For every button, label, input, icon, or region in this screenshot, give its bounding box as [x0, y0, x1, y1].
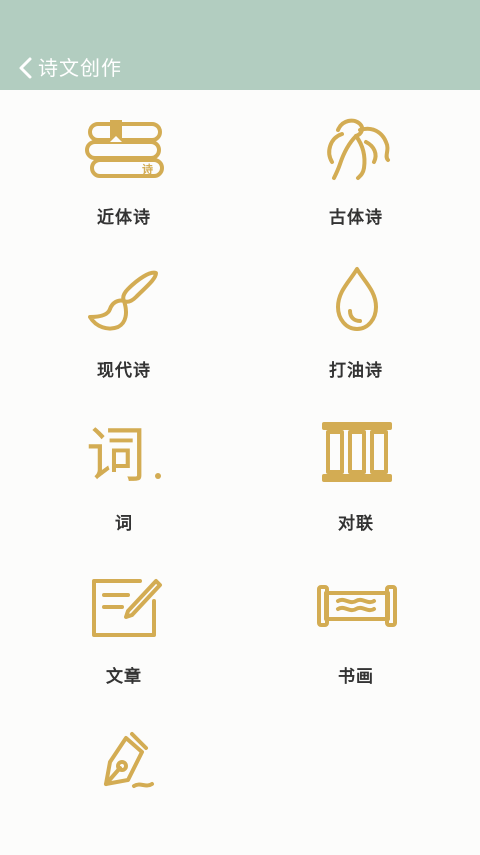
category-label: 古体诗	[329, 208, 383, 228]
category-xiandai-shi[interactable]: 现代诗	[4, 243, 244, 396]
category-guti-shi[interactable]: 古体诗	[236, 90, 476, 243]
category-duilian[interactable]: 对联	[236, 396, 476, 549]
category-dayou-shi[interactable]: 打油诗	[236, 243, 476, 396]
category-label: 对联	[338, 514, 374, 534]
top-bar: 诗文创作	[0, 0, 480, 90]
books-icon: 诗	[84, 112, 166, 184]
category-label: 书画	[338, 667, 374, 687]
brush-icon	[84, 265, 166, 337]
category-shuhua[interactable]: 书画	[236, 549, 476, 702]
category-ci[interactable]: 词 词	[4, 396, 244, 549]
couplet-scrolls-icon	[316, 418, 398, 490]
category-label: 现代诗	[97, 361, 151, 381]
category-label: 词	[115, 514, 133, 534]
ci-character-icon: 词	[84, 418, 166, 490]
dancing-figure-icon	[316, 112, 398, 184]
scroll-painting-icon	[316, 571, 398, 643]
category-label: 文章	[106, 667, 142, 687]
writing-board-icon	[84, 571, 166, 643]
chevron-left-icon	[19, 57, 32, 79]
svg-text:词: 词	[86, 421, 146, 490]
category-jinti-shi[interactable]: 诗 近体诗	[4, 90, 244, 243]
category-pen[interactable]	[4, 702, 244, 855]
category-wenzhang[interactable]: 文章	[4, 549, 244, 702]
svg-text:诗: 诗	[142, 162, 153, 176]
pen-nib-icon	[84, 724, 166, 796]
back-button[interactable]	[12, 52, 40, 84]
category-label: 近体诗	[97, 208, 151, 228]
oil-drop-icon	[316, 265, 398, 337]
category-grid: 诗 近体诗 古体诗 现代诗 打油诗 词 词 对联 文章 书画	[0, 90, 480, 800]
category-label: 打油诗	[329, 361, 383, 381]
page-title: 诗文创作	[38, 56, 122, 80]
